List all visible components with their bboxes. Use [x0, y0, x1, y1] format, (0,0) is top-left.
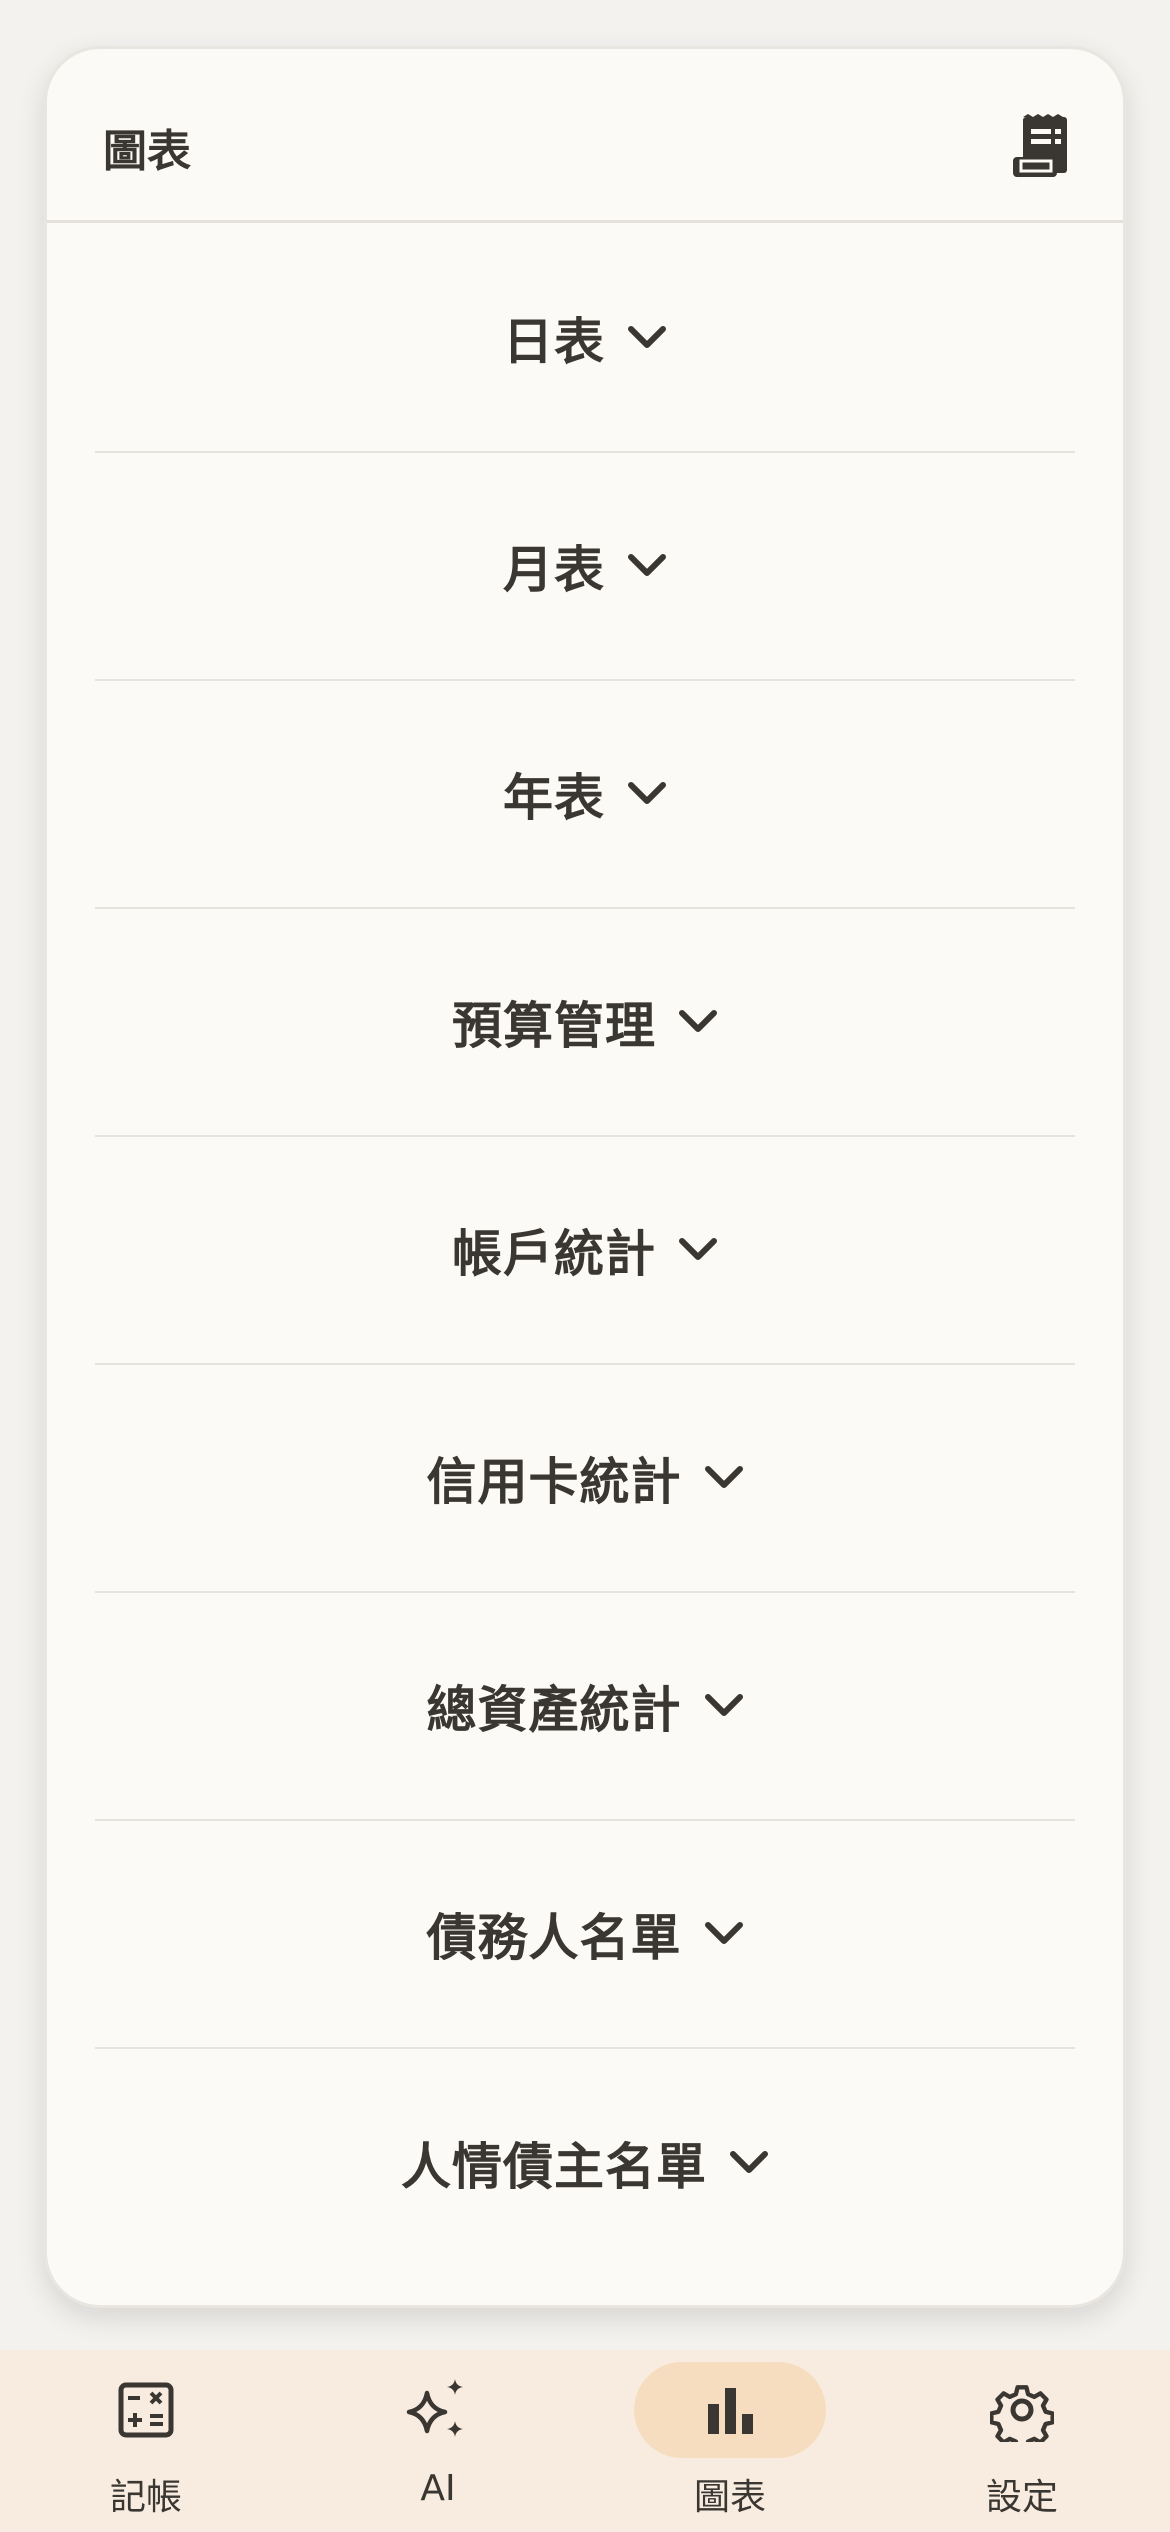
tab-label: 設定	[985, 2477, 1058, 2518]
section-favor-creditors[interactable]: 人情債主名單	[95, 2049, 1075, 2277]
chevron-down-icon	[679, 1010, 717, 1032]
tab-icon-container	[926, 2362, 1118, 2458]
section-label: 月表	[503, 541, 605, 599]
section-label: 債務人名單	[426, 1909, 682, 1967]
gear-icon	[990, 2385, 1054, 2442]
chevron-down-icon	[628, 554, 666, 576]
chevron-down-icon	[679, 1238, 717, 1260]
calculator-icon	[118, 2382, 174, 2438]
section-debtors[interactable]: 債務人名單	[95, 1821, 1075, 2049]
tab-ai[interactable]: AI	[292, 2350, 584, 2532]
tab-settings[interactable]: 設定	[876, 2350, 1168, 2532]
section-yearly[interactable]: 年表	[95, 681, 1075, 909]
sparkle-icon	[406, 2379, 463, 2437]
section-label: 年表	[503, 769, 605, 827]
tab-charts[interactable]: 圖表	[584, 2350, 876, 2532]
chevron-down-icon	[730, 2151, 768, 2173]
section-label: 日表	[503, 313, 605, 371]
page-header: 圖表	[47, 49, 1123, 223]
tab-bookkeeping[interactable]: 記帳	[0, 2350, 292, 2532]
section-list: 日表 月表 年表 預算管理 帳戶統計 信用卡統計 總資產統計 債務人名單 人情債…	[47, 225, 1123, 2277]
tab-label: AI	[420, 2468, 456, 2509]
charts-card: 圖表 日表 月表 年表 預算管理 帳戶統計 信用卡統計 總資產統計 債務人名單 …	[44, 46, 1126, 2308]
tab-icon-container	[634, 2362, 826, 2458]
section-total-assets[interactable]: 總資產統計	[95, 1593, 1075, 1821]
section-label: 帳戶統計	[452, 1225, 656, 1283]
section-accounts[interactable]: 帳戶統計	[95, 1137, 1075, 1365]
receipt-icon[interactable]	[1011, 113, 1075, 181]
section-credit-cards[interactable]: 信用卡統計	[95, 1365, 1075, 1593]
chevron-down-icon	[704, 1694, 743, 1716]
tab-label: 圖表	[693, 2477, 766, 2518]
page-title: 圖表	[103, 126, 191, 177]
bottom-tab-bar: 記帳 AI 圖表 設定	[0, 2350, 1170, 2532]
bar-chart-icon	[708, 2388, 753, 2434]
section-label: 信用卡統計	[426, 1453, 682, 1511]
section-label: 人情債主名單	[401, 2138, 707, 2196]
section-daily[interactable]: 日表	[95, 225, 1075, 453]
section-monthly[interactable]: 月表	[95, 453, 1075, 681]
tab-icon-container	[50, 2362, 242, 2458]
chevron-down-icon	[704, 1466, 743, 1488]
chevron-down-icon	[704, 1922, 743, 1944]
section-label: 預算管理	[452, 997, 656, 1055]
section-budget[interactable]: 預算管理	[95, 909, 1075, 1137]
chevron-down-icon	[628, 782, 666, 804]
section-label: 總資產統計	[426, 1681, 682, 1739]
tab-label: 記帳	[109, 2477, 182, 2518]
tab-icon-container	[342, 2362, 534, 2458]
chevron-down-icon	[628, 326, 666, 348]
